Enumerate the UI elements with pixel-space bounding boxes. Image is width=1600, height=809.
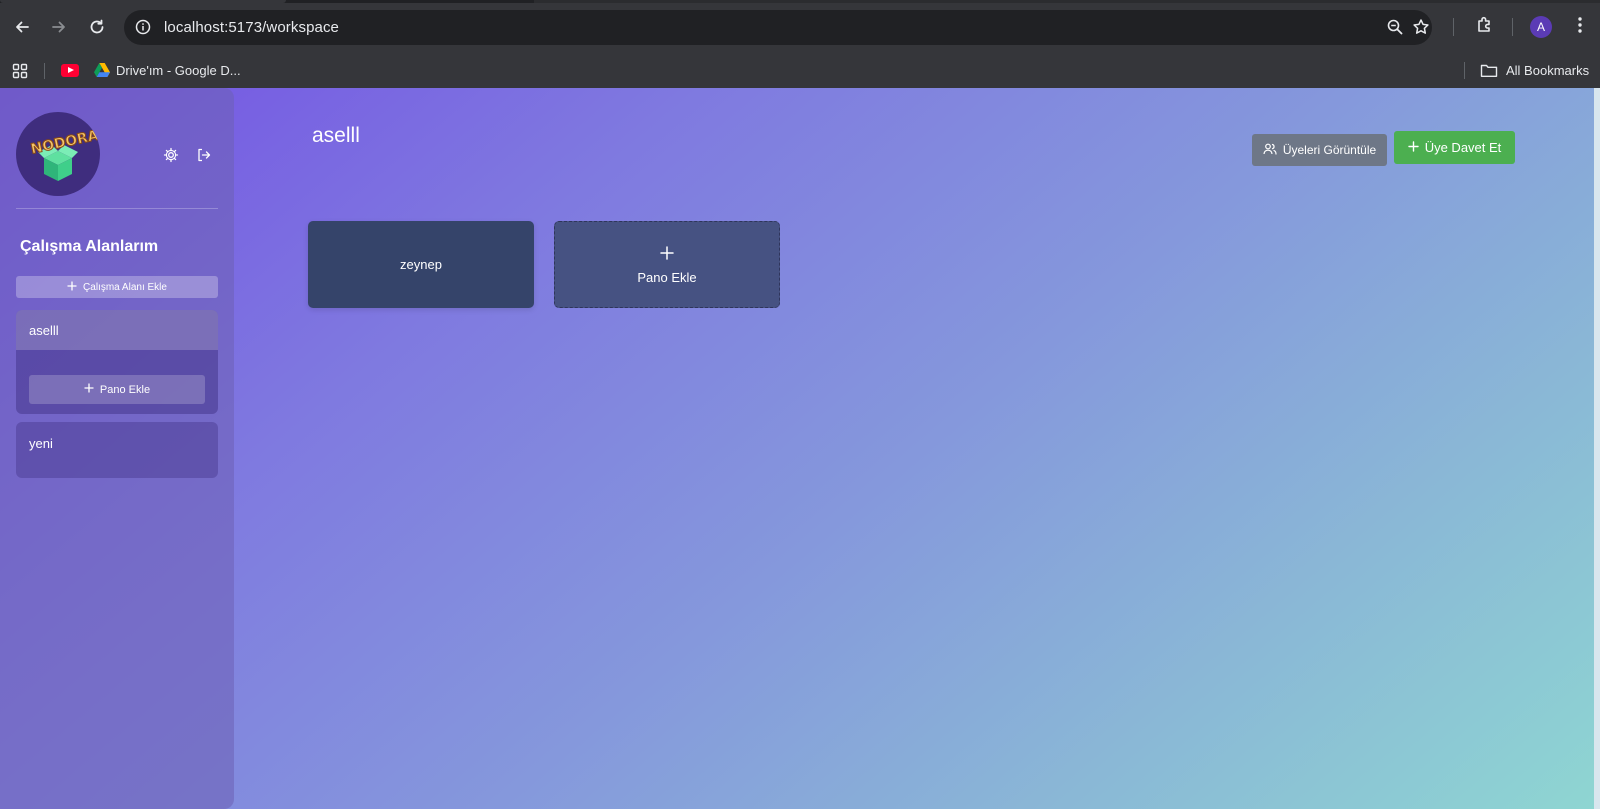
url-text[interactable]: localhost:5173/workspace: [164, 19, 339, 36]
bookmarks-separator: [1464, 62, 1465, 79]
tab-strip: [0, 0, 1600, 3]
add-board-card[interactable]: Pano Ekle: [554, 221, 780, 308]
all-bookmarks-label[interactable]: All Bookmarks: [1506, 63, 1589, 78]
reload-button[interactable]: [83, 13, 111, 41]
invite-member-label: Üye Davet Et: [1424, 140, 1502, 155]
folder-icon[interactable]: [1480, 63, 1498, 83]
app-viewport: NODORA Çalışma Alanlarım Çalışma Alanı E…: [0, 88, 1600, 809]
plus-icon: [1408, 140, 1419, 155]
reload-icon: [90, 19, 104, 34]
arrow-left-icon: [16, 21, 29, 33]
address-bar[interactable]: localhost:5173/workspace: [124, 10, 1432, 45]
youtube-icon[interactable]: [61, 64, 79, 77]
add-workspace-label: Çalışma Alanı Ekle: [83, 281, 167, 293]
plus-icon: [84, 383, 94, 396]
drive-bookmark-label[interactable]: Drive'ım - Google D...: [116, 63, 241, 78]
workspace-item-active[interactable]: aselll Pano Ekle: [16, 310, 218, 414]
sidebar-add-board-label: Pano Ekle: [99, 383, 151, 396]
plus-icon: [67, 280, 77, 294]
profile-avatar[interactable]: A: [1530, 16, 1552, 38]
sidebar: NODORA Çalışma Alanlarım Çalışma Alanı E…: [0, 88, 234, 809]
bookmark-star-icon[interactable]: [1412, 18, 1430, 41]
logout-icon[interactable]: [193, 144, 215, 166]
toolbar-separator: [1512, 18, 1513, 36]
add-board-label: Pano Ekle: [637, 269, 697, 285]
plus-icon: [660, 245, 674, 263]
back-button[interactable]: [8, 13, 36, 41]
settings-gear-icon[interactable]: [160, 144, 182, 166]
workspace-item-name[interactable]: aselll: [16, 310, 218, 350]
bookmarks-separator: [44, 63, 45, 79]
add-workspace-button[interactable]: Çalışma Alanı Ekle: [16, 276, 218, 298]
toolbar-separator: [1453, 18, 1454, 36]
bookmarks-bar: Drive'ım - Google D... All Bookmarks: [0, 54, 1600, 88]
invite-member-button[interactable]: Üye Davet Et: [1394, 131, 1515, 164]
nodora-logo[interactable]: NODORA: [16, 112, 100, 196]
workspace-title: aselll: [312, 124, 360, 147]
sidebar-divider: [16, 208, 218, 209]
more-menu-icon[interactable]: [1570, 15, 1590, 40]
sidebar-title: Çalışma Alanlarım: [20, 238, 159, 255]
board-card[interactable]: zeynep: [308, 221, 534, 308]
users-icon: [1263, 143, 1277, 158]
sidebar-add-board-button[interactable]: Pano Ekle: [29, 375, 205, 404]
view-members-label: Üyeleri Görüntüle: [1282, 143, 1377, 157]
extensions-icon[interactable]: [1475, 15, 1495, 40]
browser-toolbar: localhost:5173/workspace A: [0, 0, 1600, 54]
view-members-button[interactable]: Üyeleri Görüntüle: [1252, 134, 1387, 166]
scrollbar-track[interactable]: [1594, 88, 1600, 809]
zoom-icon[interactable]: [1386, 18, 1404, 41]
tab-active-edge: [0, 0, 286, 3]
google-drive-icon[interactable]: [94, 63, 110, 83]
tab-inactive-edge: [534, 0, 1600, 3]
forward-button[interactable]: [45, 13, 73, 41]
arrow-right-icon: [52, 21, 65, 33]
apps-grid-icon[interactable]: [12, 63, 28, 84]
workspace-item[interactable]: yeni: [16, 422, 218, 478]
site-info-icon[interactable]: [134, 18, 152, 36]
